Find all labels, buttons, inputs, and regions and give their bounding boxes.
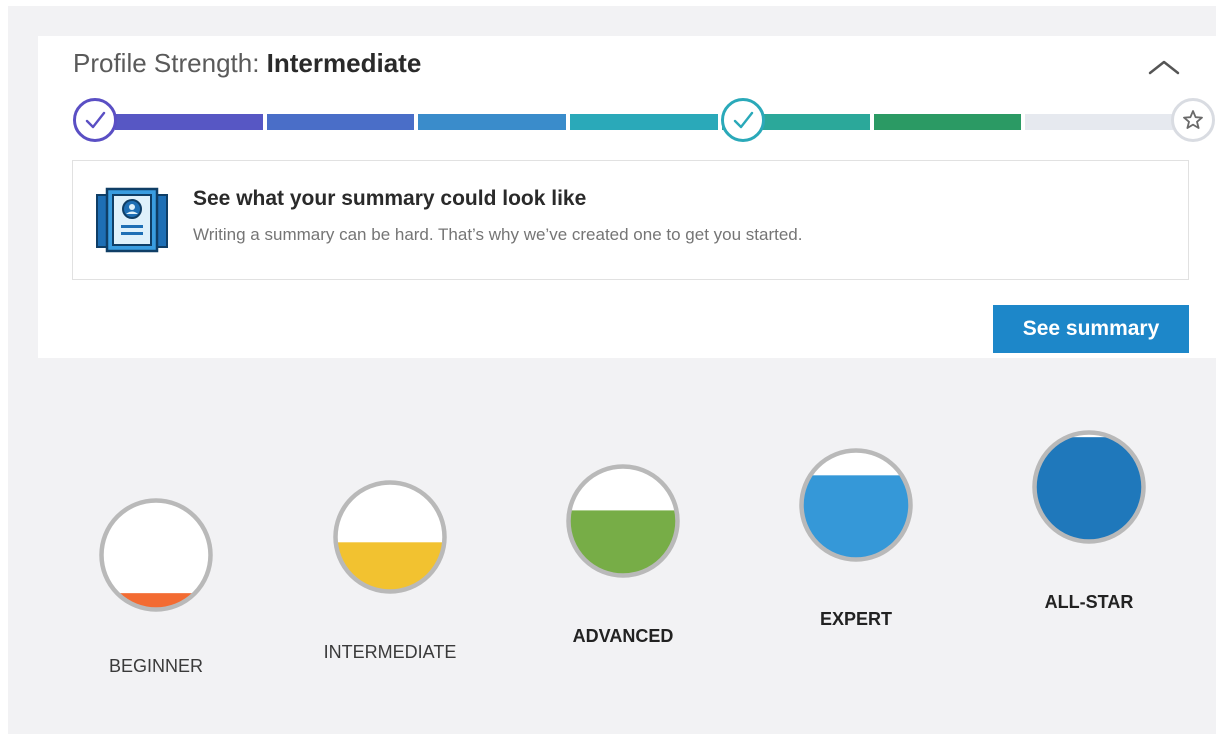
level-gauge <box>333 480 447 594</box>
level-label: BEGINNER <box>108 656 204 676</box>
level-label: ADVANCED <box>572 626 674 646</box>
level-all-star <box>969 429 1209 545</box>
level-label: INTERMEDIATE <box>323 642 457 662</box>
level-expert <box>736 447 976 563</box>
level-fill <box>570 510 676 574</box>
level-gauge <box>99 498 213 612</box>
level-fill <box>103 593 209 608</box>
level-gauge <box>799 448 913 562</box>
page-background: Profile Strength: Intermediate See what … <box>8 6 1218 734</box>
level-beginner <box>36 497 276 613</box>
level-intermediate <box>270 479 510 595</box>
level-gauge <box>566 464 680 578</box>
level-fill <box>803 475 909 558</box>
strength-levels: BEGINNER INTERMEDIATE ADVANCED EXPERT ALL-ST… <box>8 6 1216 734</box>
level-label: ALL-STAR <box>1044 592 1134 612</box>
level-label: EXPERT <box>819 609 893 629</box>
level-gauge <box>1032 430 1146 544</box>
level-advanced <box>503 463 743 579</box>
level-fill <box>337 542 443 590</box>
